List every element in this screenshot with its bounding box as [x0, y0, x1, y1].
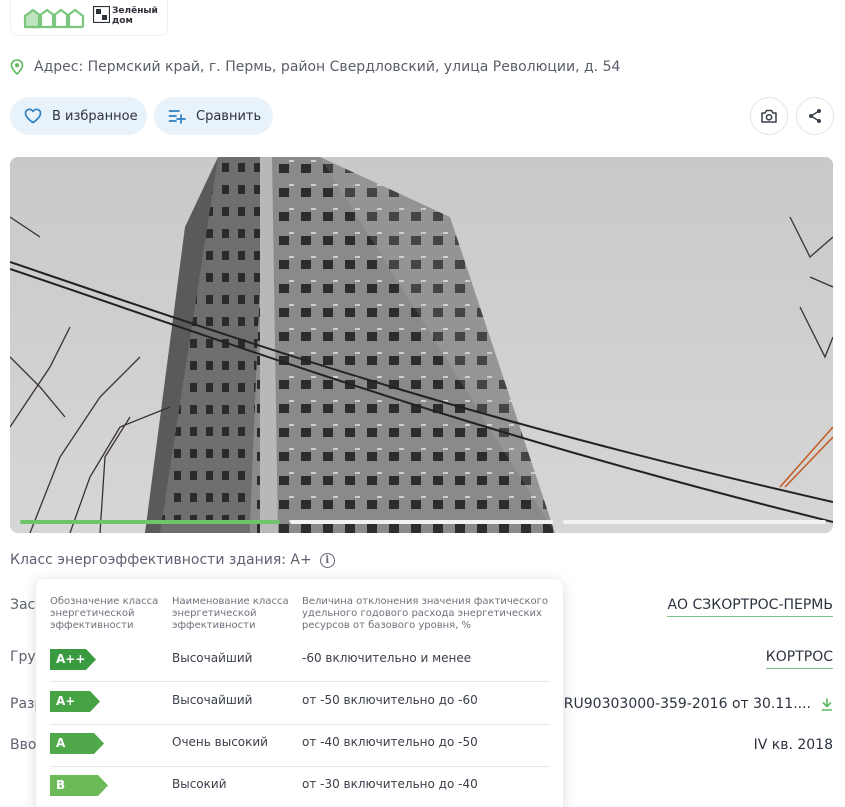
compare-label: Сравнить [196, 108, 262, 124]
badge-a: A [50, 733, 104, 754]
logo[interactable]: Зелёный дом [10, 0, 168, 36]
energy-class-tooltip: Обозначение класса энергетической эффект… [36, 579, 563, 807]
row-name: Высокий [172, 777, 227, 791]
camera-icon [761, 109, 777, 123]
heart-icon [24, 108, 42, 124]
logo-line2: дом [112, 16, 133, 26]
row-range: от -40 включительно до -50 [302, 735, 478, 749]
favorite-button[interactable]: В избранное [10, 97, 147, 135]
row-name: Высочайший [172, 693, 253, 707]
address-text: Адрес: Пермский край, г. Пермь, район Св… [34, 59, 621, 75]
download-icon[interactable] [821, 697, 833, 711]
compare-list-icon [168, 110, 186, 124]
building-photo[interactable] [10, 157, 833, 533]
commissioning-value: IV кв. 2018 [753, 737, 833, 753]
permit-value[interactable]: 59-RU90303000-359-2016 от 30.11.... [541, 696, 833, 712]
location-pin-icon [10, 59, 24, 75]
badge-b: B [50, 775, 108, 796]
address-line: Адрес: Пермский край, г. Пермь, район Св… [10, 57, 620, 77]
dom-rf-logo-icon [93, 6, 110, 23]
row-name: Высочайший [172, 651, 253, 665]
col-header-name: Наименование класса энергетической эффек… [172, 596, 289, 631]
permit-text: 59-RU90303000-359-2016 от 30.11.... [540, 696, 811, 712]
share-icon [809, 109, 821, 123]
row-name: Очень высокий [172, 735, 268, 749]
row-range: от -30 включительно до -40 [302, 777, 478, 791]
row-divider [50, 724, 550, 725]
row-divider [50, 766, 550, 767]
energy-class-line: Класс энергоэффективности здания: A+ i [10, 550, 335, 570]
logo-text: Зелёный дом [112, 6, 158, 26]
badge-a-plus: A+ [50, 691, 104, 712]
col-header-designation: Обозначение класса энергетической эффект… [50, 596, 159, 631]
share-button[interactable] [796, 97, 834, 135]
energy-class-text: Класс энергоэффективности здания: A+ [10, 552, 312, 568]
compare-button[interactable]: Сравнить [154, 97, 273, 135]
col-header-deviation: Величина отклонения значения фактическог… [302, 596, 548, 631]
camera-button[interactable] [750, 97, 788, 135]
developer-link[interactable]: АО СЗКОРТРОС-ПЕРМЬ [667, 597, 833, 617]
gallery-indicator-1[interactable] [20, 520, 280, 524]
green-houses-logo-icon [23, 8, 85, 29]
building-illustration [10, 157, 833, 533]
row-range: от -50 включительно до -60 [302, 693, 478, 707]
info-icon[interactable]: i [319, 552, 335, 568]
favorite-label: В избранное [52, 108, 138, 124]
row-range: -60 включительно и менее [302, 651, 472, 665]
row-divider [50, 681, 550, 682]
gallery-indicator-2[interactable] [290, 520, 553, 524]
company-group-link[interactable]: КОРТРОС [765, 649, 833, 669]
logo-line1: Зелёный [112, 6, 158, 16]
gallery-indicator-3[interactable] [563, 520, 826, 524]
badge-a-plus-plus: A++ [50, 649, 104, 670]
